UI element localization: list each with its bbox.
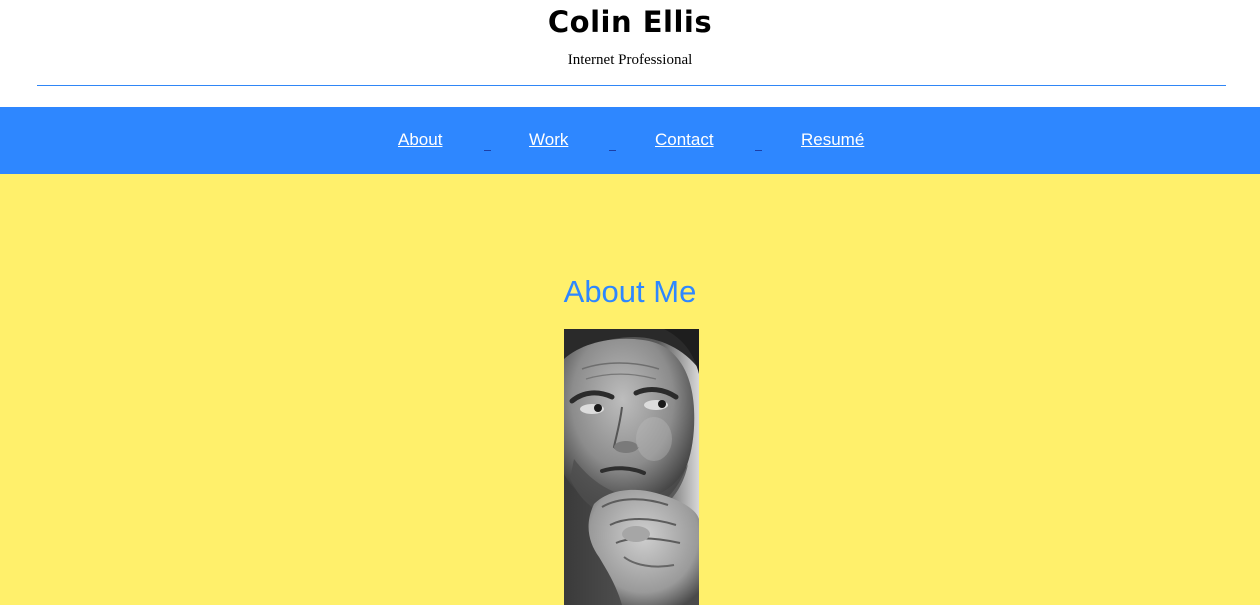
header-divider xyxy=(37,85,1226,86)
nav-separator xyxy=(755,129,762,151)
site-title: Colin Ellis xyxy=(547,5,713,39)
portrait-photo xyxy=(564,329,699,605)
about-heading: About Me xyxy=(563,274,697,309)
main-nav: About Work Contact Resumé xyxy=(0,107,1260,174)
nav-link-about[interactable]: About xyxy=(398,129,442,151)
nav-link-work[interactable]: Work xyxy=(529,129,568,151)
nav-separator xyxy=(609,129,616,151)
nav-separator xyxy=(484,129,491,151)
nav-link-contact[interactable]: Contact xyxy=(655,129,714,151)
about-section: About Me xyxy=(0,174,1260,605)
nav-link-resume[interactable]: Resumé xyxy=(801,129,864,151)
site-header: Colin Ellis Internet Professional xyxy=(0,0,1260,107)
site-subtitle: Internet Professional xyxy=(567,52,693,68)
